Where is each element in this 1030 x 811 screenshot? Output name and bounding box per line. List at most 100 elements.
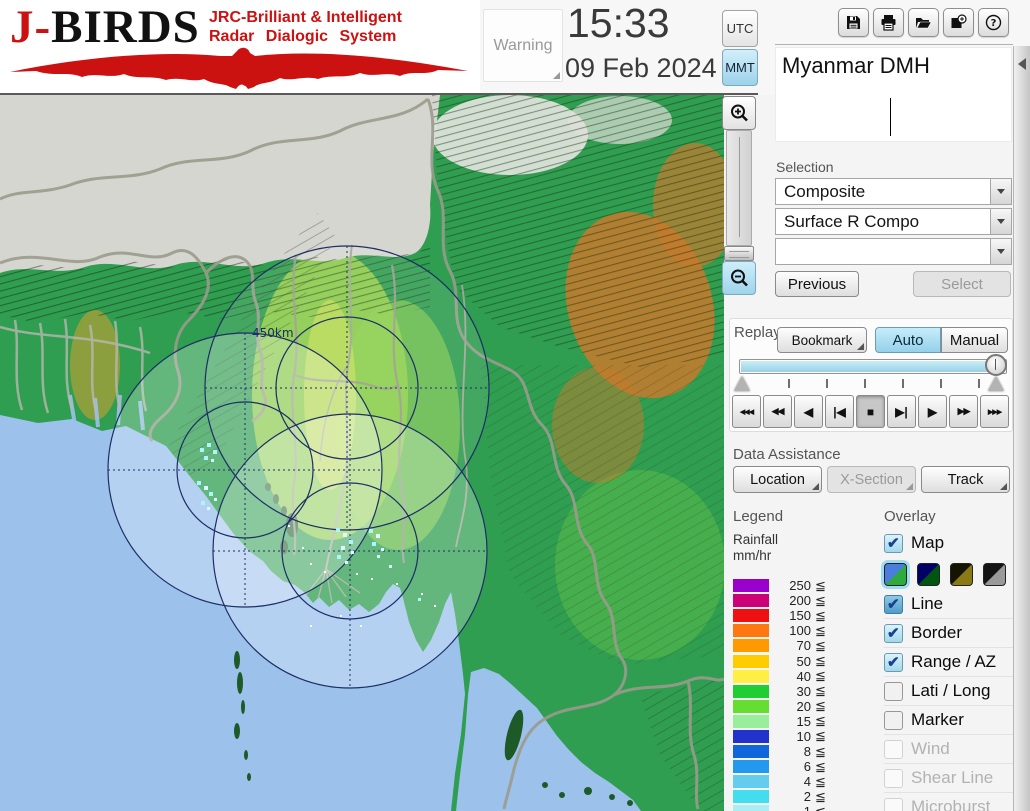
location-corner-icon — [812, 483, 819, 490]
slider-tick — [826, 379, 828, 388]
slider-end-marker[interactable] — [988, 376, 1004, 391]
rewind-full-button[interactable]: ◀◀◀ — [732, 395, 761, 428]
open-file-button[interactable] — [908, 8, 939, 37]
shear-line-checkbox[interactable] — [884, 768, 903, 788]
legend-color-swatch — [733, 729, 769, 743]
warning-button[interactable]: Warning — [483, 9, 563, 82]
wind-checkbox[interactable] — [884, 739, 903, 759]
radar-map[interactable]: 450km — [0, 95, 724, 811]
overlay-item-marker[interactable]: Marker — [884, 706, 1013, 735]
legend-row: 30 ≦ — [733, 683, 853, 699]
save-button[interactable] — [838, 8, 869, 37]
legend-color-swatch — [733, 745, 769, 759]
map-style-swatch-2[interactable] — [917, 562, 940, 586]
select-button[interactable]: Select — [913, 271, 1011, 297]
map-style-swatch-3[interactable] — [950, 562, 973, 586]
legend-row: 1≦ — [733, 804, 853, 811]
legend-unit: mm/hr — [733, 548, 772, 563]
legend-color-swatch — [733, 775, 769, 789]
zoom-in-button[interactable] — [722, 96, 756, 130]
previous-button[interactable]: Previous — [775, 271, 859, 297]
slider-start-marker[interactable] — [734, 376, 750, 391]
legend-row: 10 ≦ — [733, 728, 853, 744]
fast-rewind-button[interactable]: ◀◀ — [763, 395, 792, 428]
overlay-item-shear-line[interactable]: Shear Line — [884, 764, 1013, 793]
legend-color-swatch — [733, 669, 769, 683]
site-name-box[interactable]: Myanmar DMH — [775, 47, 1012, 142]
line-checkbox[interactable] — [884, 594, 903, 614]
play-reverse-button[interactable]: ◀ — [794, 395, 823, 428]
map-style-row — [884, 558, 1013, 590]
legend-row: 6 ≦ — [733, 759, 853, 774]
overlay-item-line[interactable]: Line — [884, 590, 1013, 619]
slider-tick — [788, 379, 790, 388]
step-forward-button[interactable]: ▶| — [887, 395, 916, 428]
auto-mode-button[interactable]: Auto — [875, 327, 941, 353]
mmt-toggle-button[interactable]: MMT — [722, 49, 758, 86]
selection-dropdown-2[interactable]: Surface R Compo — [775, 208, 1012, 235]
toolbar-divider — [775, 44, 1013, 45]
bookmark-button[interactable]: Bookmark — [777, 327, 867, 353]
panel-collapse-gutter[interactable] — [1013, 46, 1030, 811]
replay-slider-track[interactable] — [739, 359, 1007, 374]
warning-corner-icon — [553, 72, 560, 79]
marker-checkbox[interactable] — [884, 710, 903, 730]
chevron-down-icon — [997, 189, 1005, 194]
border-checkbox[interactable] — [884, 623, 903, 643]
dropdown-button[interactable] — [990, 239, 1011, 264]
location-button[interactable]: Location — [733, 466, 822, 493]
legend-color-swatch — [733, 654, 769, 668]
overlay-item-microburst[interactable]: Microburst — [884, 793, 1013, 811]
replay-label: Replay — [734, 324, 781, 341]
legend-row: 40 ≦ — [733, 668, 853, 684]
map-zoom-track[interactable] — [726, 130, 752, 246]
legend-color-swatch — [733, 684, 769, 698]
range-az-checkbox[interactable] — [884, 652, 903, 672]
play-button[interactable]: ▶ — [918, 395, 947, 428]
logo: J-BIRDS JRC-Brilliant & Intelligent Rada… — [0, 0, 480, 93]
snapshot-button[interactable] — [943, 8, 974, 37]
help-button[interactable]: ? — [978, 8, 1009, 37]
selection-dropdown-1-value: Composite — [784, 182, 866, 201]
map-style-swatch-1[interactable] — [884, 562, 907, 586]
site-name: Myanmar DMH — [782, 53, 930, 78]
utc-toggle-button[interactable]: UTC — [722, 10, 758, 47]
slider-tick — [902, 379, 904, 388]
dropdown-button[interactable] — [990, 179, 1011, 204]
zoom-out-button[interactable] — [722, 261, 756, 295]
overlay-item-wind[interactable]: Wind — [884, 735, 1013, 764]
dropdown-button[interactable] — [990, 209, 1011, 234]
lati-long-checkbox[interactable] — [884, 681, 903, 701]
overlay-item-map[interactable]: Map — [884, 528, 1013, 558]
x-section-button[interactable]: X-Section — [827, 466, 916, 493]
selection-dropdown-1[interactable]: Composite — [775, 178, 1012, 205]
map-zoom-thumb[interactable] — [724, 246, 754, 261]
legend-color-swatch — [733, 805, 769, 811]
manual-mode-button[interactable]: Manual — [941, 327, 1008, 353]
replay-slider-thumb[interactable] — [985, 354, 1007, 376]
map-checkbox[interactable] — [884, 533, 903, 553]
fast-forward-button[interactable]: ▶▶ — [949, 395, 978, 428]
legend-row: 200 ≦ — [733, 593, 853, 608]
overlay-item-lati-long[interactable]: Lati / Long — [884, 677, 1013, 706]
map-zoom-control — [722, 96, 756, 295]
stop-button[interactable]: ■ — [856, 395, 885, 428]
legend-rows: 250 ≦ 200 ≦ 150 ≦ 100 ≦ 70 ≦ 50 ≦ 40 ≦ 30 ≦ 20 ≦ … — [733, 578, 853, 811]
legend-label: Legend — [733, 508, 784, 525]
step-back-button[interactable]: |◀ — [825, 395, 854, 428]
zoom-out-icon — [731, 269, 748, 287]
clock-date: 09 Feb 2024 — [565, 53, 717, 83]
selection-dropdown-3[interactable] — [775, 238, 1012, 265]
map-style-swatch-4[interactable] — [983, 562, 1006, 586]
print-button[interactable] — [873, 8, 904, 37]
forward-full-button[interactable]: ▶▶▶ — [980, 395, 1009, 428]
legend-color-swatch — [733, 699, 769, 713]
overlay-item-range-az[interactable]: Range / AZ — [884, 648, 1013, 677]
track-button[interactable]: Track — [921, 466, 1010, 493]
overlay-item-border[interactable]: Border — [884, 619, 1013, 648]
legend-row: 70 ≦ — [733, 638, 853, 653]
overlay-list: Map Line Border Range / AZ Lati / Long M… — [884, 528, 1013, 811]
help-icon: ? — [985, 14, 1002, 31]
microburst-checkbox[interactable] — [884, 797, 903, 811]
legend-row: 20 ≦ — [733, 698, 853, 714]
